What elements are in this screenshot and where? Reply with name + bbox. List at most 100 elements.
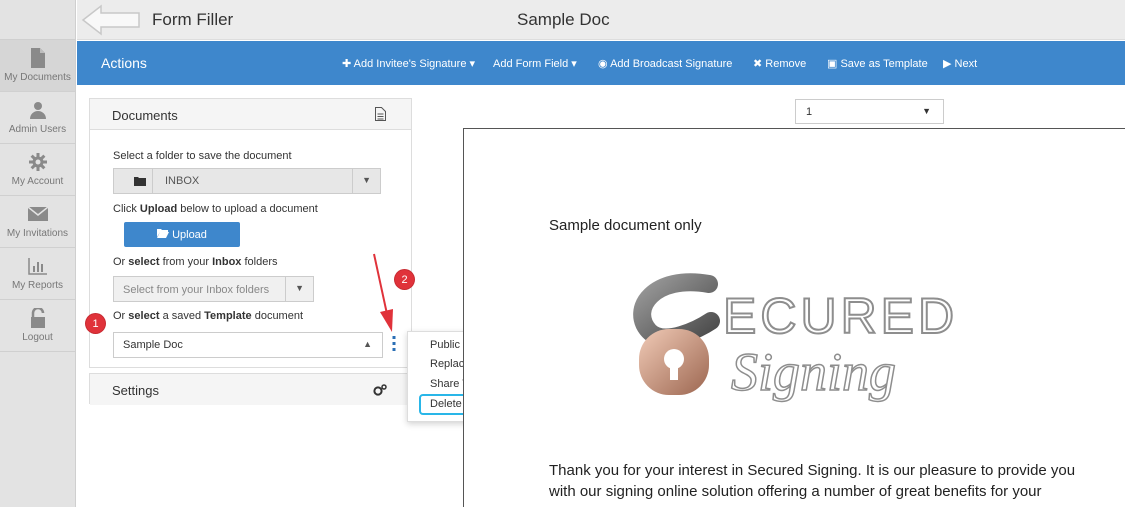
inbox-instruction-suffix: folders [244, 256, 278, 268]
add-form-field-button[interactable]: Add Form Field ▾ [493, 57, 577, 70]
template-select[interactable]: Sample Doc ▲ [113, 332, 383, 358]
folder-select[interactable]: INBOX ▼ [113, 168, 381, 194]
inbox-folder-select[interactable]: Select from your Inbox folders ▼ [113, 276, 314, 302]
upload-button[interactable]: Upload [124, 222, 240, 247]
caret-down-icon: ▼ [922, 106, 931, 116]
document-title: Sample Doc [517, 10, 610, 29]
folder-label: Select a folder to save the document [113, 150, 292, 162]
actions-title: Actions [101, 55, 147, 71]
sidebar-item-logout[interactable]: Logout [0, 300, 75, 352]
sidebar-item-label: My Documents [4, 72, 71, 83]
gear-icon [28, 152, 48, 172]
page-select[interactable]: 1 ▼ [795, 99, 944, 124]
close-icon: ✖ [753, 58, 763, 70]
folder-select-value: INBOX [165, 175, 200, 187]
document-icon [28, 48, 48, 68]
sidebar-item-my-documents[interactable]: My Documents [0, 40, 75, 92]
settings-panel-header[interactable]: Settings [90, 374, 411, 405]
app-title: Form Filler [152, 10, 234, 29]
caret-down-icon: ▼ [295, 283, 304, 293]
folder-select-divider [152, 169, 153, 193]
file-text-icon [375, 107, 386, 126]
remove-button[interactable]: ✖ Remove [753, 57, 806, 70]
step-badge-2: 2 [395, 270, 414, 289]
unlock-icon [28, 308, 48, 328]
logo-script: Signing [730, 341, 897, 403]
bar-chart-icon [27, 256, 48, 276]
upload-instruction: Click Upload below to upload a document [113, 203, 318, 215]
template-instruction-prefix: Or [113, 310, 126, 322]
title-bar: Form Filler Sample Doc [77, 0, 1125, 40]
next-button[interactable]: ▶ Next [943, 57, 977, 70]
add-broadcast-signature-button[interactable]: ◉ Add Broadcast Signature [598, 57, 732, 70]
sidebar-item-label: My Invitations [6, 228, 69, 239]
kebab-menu-icon[interactable] [392, 336, 396, 357]
template-select-value: Sample Doc [123, 339, 183, 351]
app-window: My Documents Admin Users My Account My I… [0, 0, 1125, 507]
add-broadcast-label: Add Broadcast Signature [610, 58, 733, 70]
step-badge-1: 1 [86, 314, 105, 333]
logo-wordmark: ECURED [722, 287, 959, 345]
sidebar-item-my-account[interactable]: My Account [0, 144, 75, 196]
upload-button-label: Upload [172, 228, 207, 241]
settings-panel[interactable]: Settings [89, 373, 412, 405]
template-instruction-bold: Template [204, 310, 252, 322]
document-body-line: Thank you for your interest in Secured S… [549, 462, 1076, 479]
caret-down-icon: ▾ [571, 58, 577, 70]
template-instruction: Or select a saved Template document [113, 310, 303, 322]
save-template-label: Save as Template [840, 58, 928, 70]
next-icon: ▶ [943, 58, 952, 70]
caret-down-icon: ▼ [362, 175, 371, 185]
document-preview: Sample document only ECURED Signing Than… [463, 128, 1125, 507]
document-body-line: with our signing online solution offerin… [549, 483, 1042, 500]
sidebar-item-label: My Account [11, 176, 64, 187]
sidebar-top [0, 0, 75, 40]
template-instruction-suffix: document [254, 310, 304, 322]
sidebar-item-my-reports[interactable]: My Reports [0, 248, 75, 300]
inbox-instruction-bold: Inbox [212, 256, 242, 268]
template-instruction-bold: select [128, 310, 160, 322]
next-label: Next [954, 58, 978, 70]
inbox-instruction-bold: select [128, 256, 160, 268]
broadcast-icon: ◉ [598, 58, 608, 70]
documents-panel-header[interactable]: Documents [90, 99, 411, 130]
sidebar-item-label: Admin Users [8, 124, 67, 135]
caret-down-icon: ▾ [469, 58, 476, 70]
upload-instruction-suffix: below to upload a document [180, 203, 318, 215]
folder-open-icon [157, 228, 170, 241]
documents-title: Documents [112, 108, 178, 123]
upload-instruction-prefix: Click [113, 203, 137, 215]
sidebar-item-label: Logout [22, 332, 53, 343]
save-as-template-button[interactable]: ▣ Save as Template [827, 57, 928, 70]
cogs-icon [373, 383, 387, 401]
sidebar-item-my-invitations[interactable]: My Invitations [0, 196, 75, 248]
sidebar-item-label: My Reports [11, 280, 64, 291]
inbox-instruction-middle: from your [162, 256, 210, 268]
sidebar-item-admin-users[interactable]: Admin Users [0, 92, 75, 144]
inbox-instruction: Or select from your Inbox folders [113, 256, 278, 268]
envelope-icon [27, 204, 48, 224]
document-heading: Sample document only [549, 217, 702, 234]
user-icon [28, 100, 48, 120]
sidebar: My Documents Admin Users My Account My I… [0, 0, 76, 507]
inbox-folder-placeholder: Select from your Inbox folders [123, 284, 270, 296]
action-bar: Actions ✚ Add Invitee's Signature ▾ Add … [77, 41, 1125, 85]
red-arrow-annotation [365, 252, 395, 339]
folder-icon [134, 176, 146, 189]
add-invitee-label: Add Invitee's Signature [353, 58, 467, 70]
inbox-select-divider [285, 277, 286, 301]
page-select-value: 1 [806, 106, 813, 118]
template-instruction-middle: a saved [162, 310, 202, 322]
add-invitee-signature-button[interactable]: ✚ Add Invitee's Signature ▾ [342, 57, 475, 70]
settings-title: Settings [112, 383, 159, 398]
folder-select-divider [352, 169, 353, 193]
floppy-icon: ▣ [827, 58, 838, 70]
plus-icon: ✚ [342, 58, 352, 70]
back-arrow-icon[interactable] [81, 4, 141, 36]
upload-instruction-bold: Upload [139, 203, 178, 215]
secured-signing-logo: ECURED Signing [619, 269, 979, 419]
caret-up-icon: ▲ [363, 339, 372, 349]
inbox-instruction-prefix: Or [113, 256, 126, 268]
remove-label: Remove [765, 58, 807, 70]
add-form-field-label: Add Form Field [493, 58, 569, 70]
